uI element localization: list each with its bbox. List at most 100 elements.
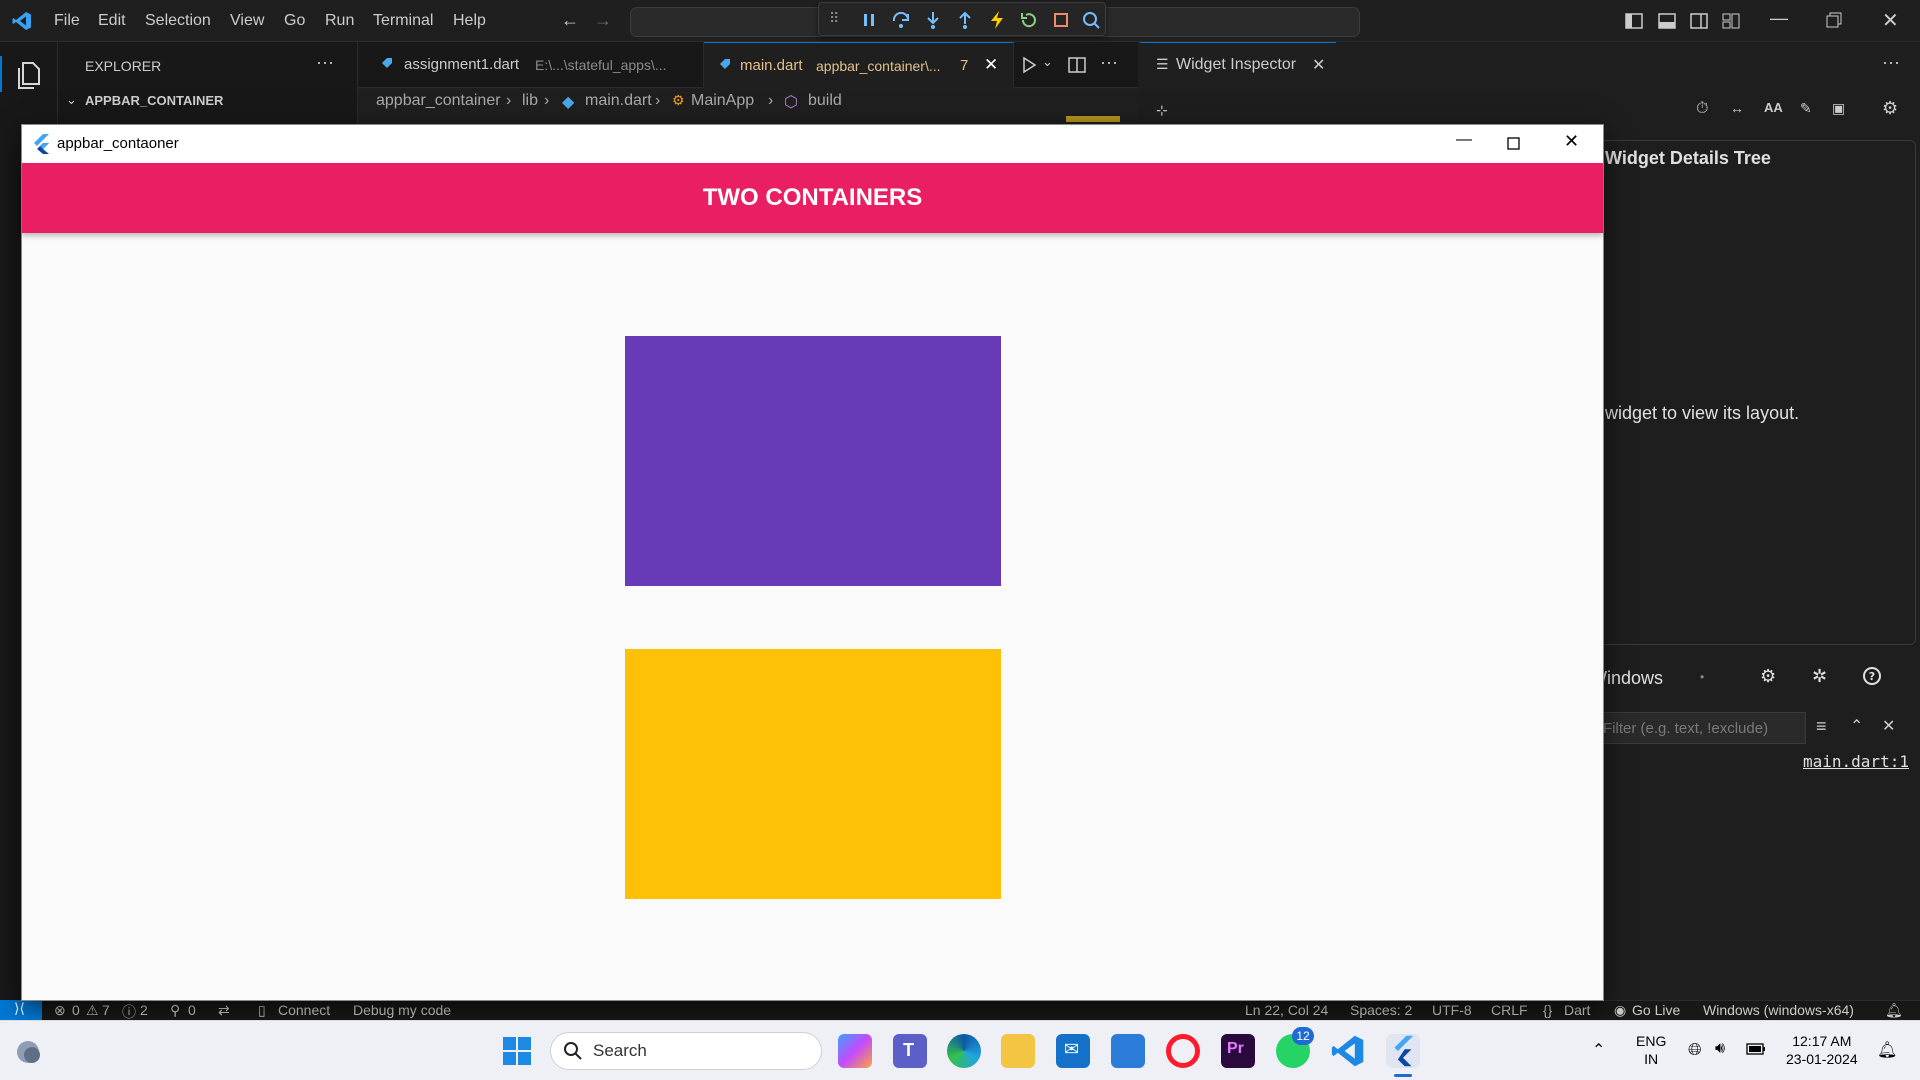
maximize-icon[interactable] xyxy=(1507,137,1520,150)
toggle-secondary-sidebar-icon[interactable] xyxy=(1690,12,1708,30)
flutter-taskbar-icon[interactable] xyxy=(1386,1034,1420,1068)
toggle-sidebar-icon[interactable] xyxy=(1625,12,1643,30)
file-explorer-icon[interactable] xyxy=(1001,1034,1035,1068)
back-arrow-icon[interactable]: ← xyxy=(561,10,579,31)
premiere-pro-icon[interactable]: Pr xyxy=(1221,1034,1255,1068)
chevron-up-icon[interactable]: ⌃ xyxy=(1592,1040,1605,1060)
step-out-icon[interactable] xyxy=(955,10,975,30)
close-icon[interactable]: ✕ xyxy=(1564,131,1579,152)
toggle-panel-icon[interactable] xyxy=(1658,12,1676,30)
step-over-icon[interactable] xyxy=(891,10,911,30)
connect-button[interactable]: Connect xyxy=(278,1002,330,1018)
explorer-folder-name[interactable]: APPBAR_CONTAINER xyxy=(85,93,223,108)
select-widget-icon[interactable]: ⊹ xyxy=(1156,102,1168,119)
run-dropdown-icon[interactable]: ⌄ xyxy=(1042,54,1053,70)
mylip-app-icon[interactable] xyxy=(1111,1034,1145,1068)
guidelines-icon[interactable]: ↔ xyxy=(1730,100,1744,116)
debug-my-code[interactable]: Debug my code xyxy=(353,1002,451,1018)
menu-terminal[interactable]: Terminal xyxy=(373,12,433,30)
breadcrumb-folder[interactable]: appbar_container xyxy=(376,92,501,110)
system-clock[interactable]: 12:17 AM 23-01-2024 xyxy=(1786,1032,1858,1068)
menu-run[interactable]: Run xyxy=(325,12,354,30)
menu-file[interactable]: File xyxy=(54,12,80,30)
edge-browser-icon[interactable] xyxy=(947,1034,981,1068)
menu-view[interactable]: View xyxy=(230,12,264,30)
copilot-icon[interactable] xyxy=(838,1034,872,1068)
remote-indicator[interactable]: ⟩⟨ xyxy=(0,1000,42,1020)
help-icon[interactable]: ? xyxy=(1862,666,1882,686)
notifications-bell-icon[interactable]: 🔔︎ xyxy=(1885,1002,1903,1019)
hot-reload-icon[interactable] xyxy=(987,10,1007,30)
battery-icon[interactable] xyxy=(1746,1042,1766,1056)
info-icon[interactable]: ⓘ xyxy=(122,1002,136,1022)
image-icon[interactable]: ▣ xyxy=(1832,100,1845,117)
more-actions-icon[interactable]: ··· xyxy=(1882,52,1900,73)
inspect-zoom-icon[interactable] xyxy=(1081,10,1101,30)
baselines-icon[interactable]: AA xyxy=(1764,100,1783,115)
menu-go[interactable]: Go xyxy=(284,12,305,30)
explorer-files-icon[interactable] xyxy=(14,60,44,90)
customize-layout-icon[interactable] xyxy=(1722,12,1740,30)
cursor-position[interactable]: Ln 22, Col 24 xyxy=(1245,1002,1328,1018)
language-mode[interactable]: Dart xyxy=(1564,1002,1590,1018)
run-icon[interactable] xyxy=(1020,56,1038,74)
chevron-down-icon[interactable]: ⌄ xyxy=(66,92,77,108)
menu-help[interactable]: Help xyxy=(453,12,486,30)
vscode-taskbar-icon[interactable] xyxy=(1331,1034,1365,1068)
taskbar-search[interactable] xyxy=(550,1032,822,1070)
drag-handle-icon[interactable]: ⠿ xyxy=(829,10,849,30)
more-actions-icon[interactable]: ··· xyxy=(1100,52,1118,73)
network-globe-icon[interactable]: 🌐︎ xyxy=(1688,1040,1702,1060)
notification-bell-icon[interactable]: 🔔︎ xyxy=(1877,1040,1897,1060)
step-into-icon[interactable] xyxy=(923,10,943,30)
encoding[interactable]: UTF-8 xyxy=(1432,1002,1472,1018)
volume-icon[interactable]: 🔊︎ xyxy=(1715,1040,1725,1058)
forward-arrow-icon[interactable]: → xyxy=(594,10,612,31)
tab-close-icon[interactable]: ✕ xyxy=(1312,55,1325,75)
chevron-up-icon[interactable]: ⌃ xyxy=(1850,716,1863,736)
restore-icon[interactable] xyxy=(1826,12,1842,28)
liveshare-icon[interactable]: ⇄ xyxy=(218,1002,230,1019)
settings-gear-icon[interactable]: ⚙ xyxy=(1882,98,1898,119)
errors-count[interactable]: 0 xyxy=(72,1002,80,1018)
tab-assignment1[interactable]: assignment1.dart E:\...\stateful_apps\..… xyxy=(358,42,704,88)
info-count[interactable]: 2 xyxy=(140,1002,148,1018)
go-live-button[interactable]: Go Live xyxy=(1632,1002,1680,1018)
word-wrap-icon[interactable]: ≡ xyxy=(1816,716,1827,737)
close-icon[interactable]: ✕ xyxy=(1882,716,1895,736)
breadcrumb-class[interactable]: MainApp xyxy=(691,92,754,110)
ports-count[interactable]: 0 xyxy=(188,1002,196,1018)
breadcrumb-file[interactable]: main.dart xyxy=(585,92,652,110)
tab-widget-inspector[interactable]: ☰ Widget Inspector ✕ xyxy=(1140,42,1336,88)
warnings-icon[interactable]: ⚠ xyxy=(86,1002,99,1019)
stop-icon[interactable] xyxy=(1051,10,1071,30)
settings-gear-icon[interactable]: ⚙ xyxy=(1760,666,1776,687)
weather-icon[interactable] xyxy=(14,1037,44,1067)
split-editor-icon[interactable] xyxy=(1068,56,1086,74)
restart-icon[interactable] xyxy=(1019,10,1039,30)
breadcrumb-lib[interactable]: lib xyxy=(522,92,538,110)
log-source-link[interactable]: main.dart:1 xyxy=(1803,752,1909,771)
ports-icon[interactable]: ⚲ xyxy=(170,1002,180,1019)
mail-icon[interactable]: ✉ xyxy=(1056,1034,1090,1068)
teams-icon[interactable]: T xyxy=(893,1034,927,1068)
flutter-device[interactable]: Windows (windows-x64) xyxy=(1703,1002,1854,1018)
pause-icon[interactable] xyxy=(859,10,879,30)
indentation[interactable]: Spaces: 2 xyxy=(1350,1002,1412,1018)
opera-browser-icon[interactable] xyxy=(1166,1034,1200,1068)
menu-edit[interactable]: Edit xyxy=(98,12,126,30)
language-indicator[interactable]: ENG IN xyxy=(1636,1032,1666,1068)
minimize-icon[interactable]: — xyxy=(1770,8,1788,29)
close-icon[interactable]: ✕ xyxy=(1882,8,1899,33)
windows-start-icon[interactable] xyxy=(503,1037,531,1065)
performance-overlay-icon[interactable]: ⏱ xyxy=(1696,100,1708,118)
breadcrumb-method[interactable]: build xyxy=(808,92,842,110)
errors-icon[interactable]: ⊗ xyxy=(54,1002,66,1019)
more-actions-icon[interactable]: ··· xyxy=(316,52,334,73)
repaint-rainbow-icon[interactable]: ✎ xyxy=(1800,100,1812,117)
menu-selection[interactable]: Selection xyxy=(145,12,211,30)
line-ending[interactable]: CRLF xyxy=(1491,1002,1528,1018)
warnings-count[interactable]: 7 xyxy=(102,1002,110,1018)
tab-close-icon[interactable]: ✕ xyxy=(984,55,998,75)
minimize-icon[interactable]: — xyxy=(1456,131,1472,149)
